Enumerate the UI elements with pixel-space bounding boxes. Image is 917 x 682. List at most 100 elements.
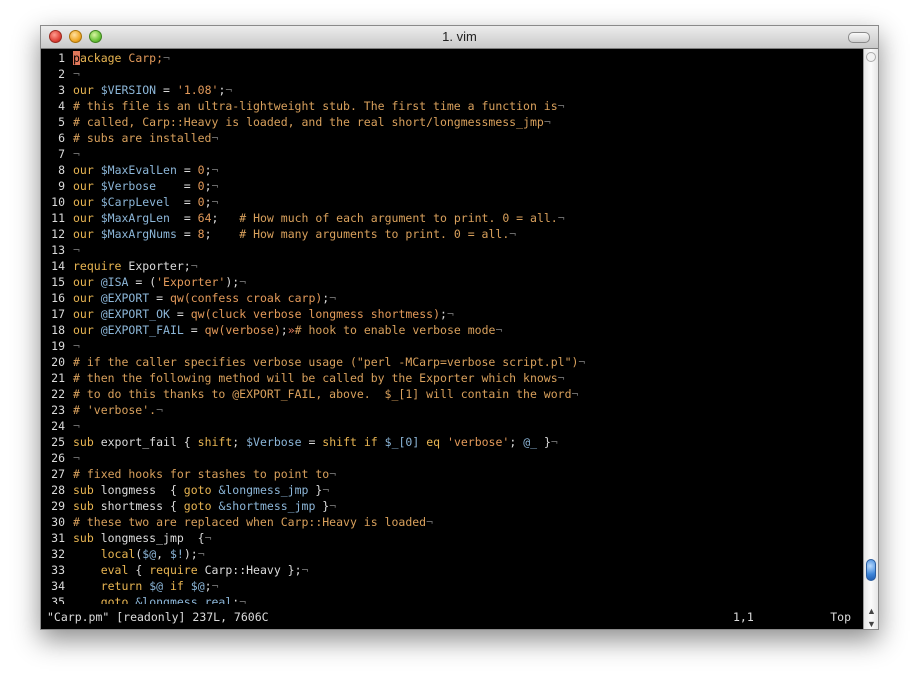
eol-marker: ¬ <box>329 291 337 305</box>
code-token: require <box>73 259 122 273</box>
code-line[interactable]: 10 our $CarpLevel = 0;¬ <box>41 194 218 210</box>
eol-marker: ¬ <box>446 307 454 321</box>
code-line[interactable]: 27 # fixed hooks for stashes to point to¬ <box>41 466 336 482</box>
code-token: = <box>176 227 198 241</box>
code-token: @EXPORT_FAIL <box>100 323 184 337</box>
scroll-up-arrow-icon[interactable]: ▲ <box>867 605 876 617</box>
code-token: '1.08' <box>176 83 219 97</box>
line-number: 6 <box>58 131 65 145</box>
code-line[interactable]: 28 sub longmess { goto &longmess_jmp }¬ <box>41 482 329 498</box>
line-number: 35 <box>51 595 65 604</box>
code-line[interactable]: 29 sub shortmess { goto &shortmess_jmp }¬ <box>41 498 336 514</box>
code-token: = <box>169 211 198 225</box>
code-token: sub <box>73 499 94 513</box>
code-line[interactable]: 11 our $MaxArgLen = 64; # How much of eac… <box>41 210 565 226</box>
code-token: ; <box>232 435 247 449</box>
code-line[interactable]: 8 our $MaxEvalLen = 0;¬ <box>41 162 218 178</box>
code-line[interactable]: 1 package Carp;¬ <box>41 50 170 66</box>
code-token: ; <box>204 227 240 241</box>
code-token: # 'verbose'. <box>73 403 157 417</box>
code-line[interactable]: 25 sub export_fail { shift; $Verbose = sh… <box>41 434 558 450</box>
code-token: ; <box>440 307 447 321</box>
code-line[interactable]: 4 # this file is an ultra-lightweight stu… <box>41 98 565 114</box>
code-line[interactable]: 3 our $VERSION = '1.08';¬ <box>41 82 232 98</box>
code-line[interactable]: 32 local($@, $!);¬ <box>41 546 205 562</box>
code-token: 0 <box>197 179 205 193</box>
code-token: Exporter; <box>121 259 191 273</box>
code-line[interactable]: 15 our @ISA = ('Exporter');¬ <box>41 274 246 290</box>
code-line[interactable]: 24 ¬ <box>41 418 80 434</box>
toolbar-toggle-button[interactable] <box>848 32 870 43</box>
code-token: { <box>128 563 150 577</box>
code-token: # this file is an ultra-lightweight stub… <box>73 99 558 113</box>
line-number: 18 <box>51 323 65 337</box>
code-token: ; <box>204 179 212 193</box>
eol-marker: ¬ <box>426 515 434 529</box>
code-line[interactable]: 12 our $MaxArgNums = 8; # How many argume… <box>41 226 516 242</box>
code-line[interactable]: 2 ¬ <box>41 66 80 82</box>
code-token: our <box>73 307 94 321</box>
code-line[interactable]: 5 # called, Carp::Heavy is loaded, and th… <box>41 114 551 130</box>
code-token: our <box>73 323 94 337</box>
code-token: = <box>149 291 170 305</box>
code-token: qw(confess croak carp) <box>169 291 323 305</box>
code-token: goto <box>183 499 212 513</box>
code-line[interactable]: 6 # subs are installed¬ <box>41 130 218 146</box>
code-line[interactable]: 30 # these two are replaced when Carp::He… <box>41 514 433 530</box>
line-number: 14 <box>51 259 65 273</box>
code-line[interactable]: 13 ¬ <box>41 242 80 258</box>
code-line[interactable]: 16 our @EXPORT = qw(confess croak carp);¬ <box>41 290 336 306</box>
code-token: our <box>73 227 94 241</box>
line-number: 32 <box>51 547 65 561</box>
line-number: 34 <box>51 579 65 593</box>
code-line[interactable]: 31 sub longmess_jmp {¬ <box>41 530 211 546</box>
vim-editor-buffer[interactable]: 1 package Carp;¬ 2 ¬ 3 our $VERSION = '1.08';… <box>41 49 863 604</box>
code-token: $MaxEvalLen <box>100 163 177 177</box>
eol-marker: ¬ <box>578 355 586 369</box>
code-token: = <box>156 83 177 97</box>
code-token: &longmess_jmp <box>218 483 309 497</box>
code-line[interactable]: 20 # if the caller specifies verbose usag… <box>41 354 585 370</box>
code-token: 0 <box>197 163 205 177</box>
code-line[interactable]: 7 ¬ <box>41 146 80 162</box>
code-token: } <box>537 435 551 449</box>
code-token: ; <box>204 163 212 177</box>
code-token: longmess_jmp { <box>93 531 205 545</box>
eol-marker: ¬ <box>73 67 80 81</box>
code-token: # then the following method will be call… <box>73 371 558 385</box>
line-number: 26 <box>51 451 65 465</box>
code-line[interactable]: 17 our @EXPORT_OK = qw(cluck verbose long… <box>41 306 454 322</box>
code-line[interactable]: 21 # then the following method will be ca… <box>41 370 564 386</box>
code-token: # to do this thanks to @EXPORT_FAIL, abo… <box>73 387 572 401</box>
code-line[interactable]: 33 eval { require Carp::Heavy };¬ <box>41 562 308 578</box>
eol-marker: ¬ <box>329 467 337 481</box>
code-token: if <box>363 435 378 449</box>
title-bar[interactable]: 1. vim <box>41 26 878 49</box>
code-token: shift <box>197 435 233 449</box>
scrollbar-thumb[interactable] <box>866 559 876 581</box>
line-number: 28 <box>51 483 65 497</box>
code-line[interactable]: 18 our @EXPORT_FAIL = qw(verbose);»# hook… <box>41 322 502 338</box>
scroll-down-arrow-icon[interactable]: ▼ <box>867 618 876 630</box>
code-line[interactable]: 22 # to do this thanks to @EXPORT_FAIL, a… <box>41 386 578 402</box>
code-line[interactable]: 19 ¬ <box>41 338 80 354</box>
code-line[interactable]: 9 our $Verbose = 0;¬ <box>41 178 218 194</box>
code-line[interactable]: 23 # 'verbose'.¬ <box>41 402 163 418</box>
eol-marker: ¬ <box>322 483 330 497</box>
code-token: ); <box>183 547 198 561</box>
code-token: our <box>73 291 94 305</box>
code-token: $MaxArgNums <box>100 227 177 241</box>
code-line[interactable]: 14 require Exporter;¬ <box>41 258 198 274</box>
code-token: # called, Carp::Heavy is loaded, and the… <box>73 115 544 129</box>
eol-marker: ¬ <box>73 419 80 433</box>
code-line[interactable]: 26 ¬ <box>41 450 80 466</box>
code-line[interactable]: 34 return $@ if $@;¬ <box>41 578 218 594</box>
code-token: , <box>156 547 170 561</box>
code-line[interactable]: 35 goto &longmess_real;¬ <box>41 594 246 604</box>
vertical-scrollbar[interactable]: ▲ ▼ <box>863 49 878 629</box>
code-token: if <box>169 579 184 593</box>
code-token: $CarpLevel <box>100 195 170 209</box>
